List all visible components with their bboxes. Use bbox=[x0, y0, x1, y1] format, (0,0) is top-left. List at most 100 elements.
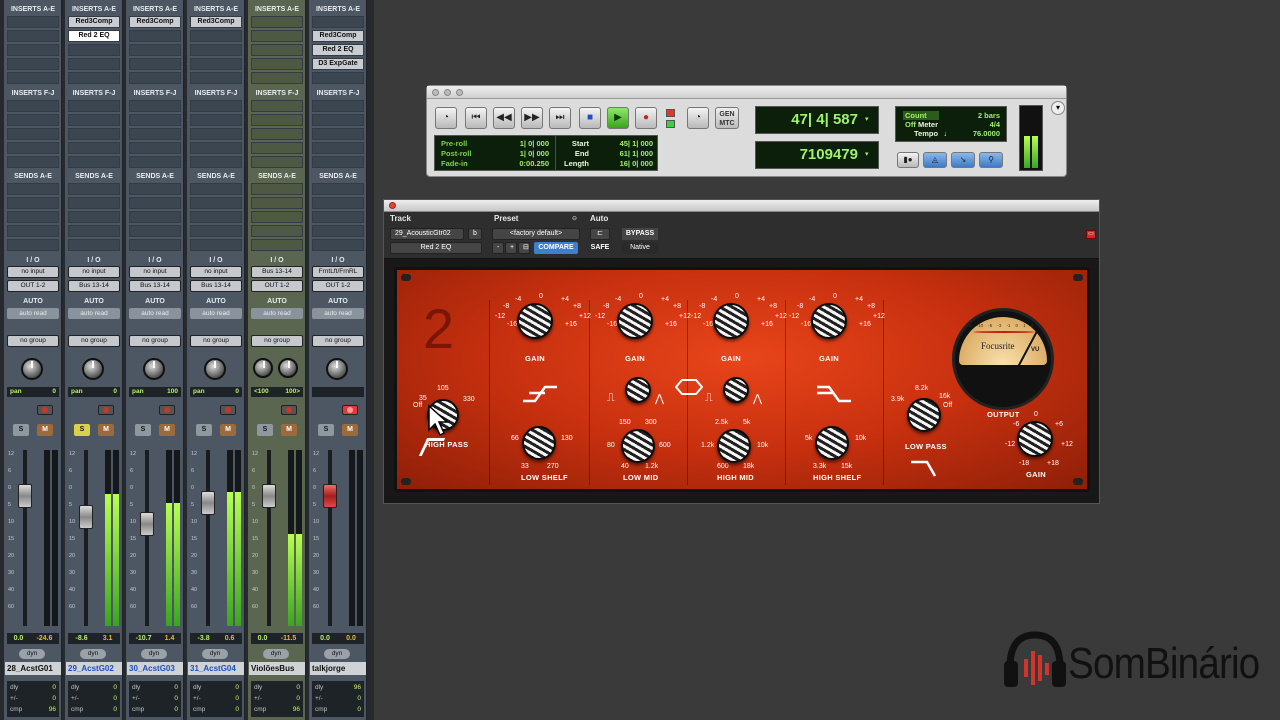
automation-mode-selector[interactable]: auto read bbox=[129, 308, 181, 319]
dyn-button[interactable]: dyn bbox=[141, 649, 167, 659]
dyn-button[interactable]: dyn bbox=[263, 649, 289, 659]
send-slot[interactable] bbox=[190, 197, 242, 209]
insert-slot[interactable] bbox=[190, 114, 242, 126]
insert-slot[interactable] bbox=[129, 142, 181, 154]
fadein-label[interactable]: Fade-in bbox=[441, 159, 471, 169]
send-slot[interactable] bbox=[68, 183, 120, 195]
online-button[interactable]: ◔ bbox=[435, 107, 457, 129]
volume-fader[interactable] bbox=[323, 484, 337, 508]
pan-knob[interactable] bbox=[82, 358, 104, 380]
insert-slot[interactable] bbox=[251, 114, 303, 126]
insert-slot[interactable] bbox=[251, 72, 303, 84]
automation-mode-selector[interactable]: auto read bbox=[68, 308, 120, 319]
group-selector[interactable]: no group bbox=[129, 335, 181, 347]
record-enable-button[interactable] bbox=[37, 405, 53, 415]
insert-slot[interactable] bbox=[68, 114, 120, 126]
meter-value[interactable]: 4/4 bbox=[990, 120, 1000, 129]
band-gain-knob[interactable] bbox=[517, 303, 553, 339]
input-selector[interactable]: FrntLft/FrnRL bbox=[312, 266, 364, 278]
solo-button[interactable]: S bbox=[318, 424, 334, 436]
preset-menu-icon[interactable]: ⊖ bbox=[572, 215, 577, 222]
track-name[interactable]: ViolõesBus bbox=[249, 662, 305, 675]
insert-slot[interactable] bbox=[68, 128, 120, 140]
volume-fader[interactable] bbox=[18, 484, 32, 508]
insert-slot[interactable] bbox=[7, 72, 59, 84]
insert-slot[interactable] bbox=[7, 16, 59, 28]
record-button[interactable]: ● bbox=[635, 107, 657, 129]
low-pass-knob[interactable] bbox=[907, 398, 941, 432]
zoom-dot[interactable] bbox=[456, 89, 463, 96]
insert-slot[interactable] bbox=[7, 100, 59, 112]
automation-mode-selector[interactable]: auto read bbox=[190, 308, 242, 319]
send-slot[interactable] bbox=[251, 211, 303, 223]
send-slot[interactable] bbox=[190, 239, 242, 251]
group-selector[interactable]: no group bbox=[68, 335, 120, 347]
record-enable-button[interactable] bbox=[98, 405, 114, 415]
insert-slot[interactable] bbox=[190, 72, 242, 84]
gen-mtc-button[interactable]: GEN MTC bbox=[715, 107, 739, 129]
insert-slot[interactable] bbox=[7, 58, 59, 70]
solo-button[interactable]: S bbox=[74, 424, 90, 436]
conductor-button[interactable]: ↘ bbox=[951, 152, 975, 168]
stop-button[interactable]: ■ bbox=[579, 107, 601, 129]
countoff-value[interactable]: 2 bars bbox=[978, 111, 1000, 120]
insert-slot[interactable] bbox=[190, 44, 242, 56]
mute-button[interactable]: M bbox=[281, 424, 297, 436]
send-slot[interactable] bbox=[7, 183, 59, 195]
send-slot[interactable] bbox=[7, 239, 59, 251]
pan-knob[interactable] bbox=[204, 358, 226, 380]
volume-display[interactable]: -10.7 1.4 bbox=[129, 633, 181, 644]
end-value[interactable]: 61| 1| 000 bbox=[595, 149, 653, 159]
pan-left-knob[interactable] bbox=[253, 358, 273, 378]
insert-slot[interactable] bbox=[129, 128, 181, 140]
preset-prev-button[interactable]: - bbox=[492, 242, 504, 254]
volume-fader[interactable] bbox=[262, 484, 276, 508]
low-mid-freq-knob[interactable] bbox=[621, 429, 655, 463]
fast-forward-button[interactable]: ▶▶ bbox=[521, 107, 543, 129]
insert-slot[interactable] bbox=[68, 58, 120, 70]
countoff-button[interactable]: Count Off bbox=[903, 111, 939, 129]
clip-indicator-icon[interactable]: ▭ bbox=[1086, 230, 1096, 239]
send-slot[interactable] bbox=[312, 183, 364, 195]
output-selector[interactable]: OUT 1-2 bbox=[251, 280, 303, 292]
insert-slot[interactable]: Red 2 EQ bbox=[312, 44, 364, 56]
insert-slot[interactable] bbox=[190, 58, 242, 70]
insert-slot[interactable]: Red3Comp bbox=[190, 16, 242, 28]
insert-slot[interactable] bbox=[312, 114, 364, 126]
group-selector[interactable]: no group bbox=[251, 335, 303, 347]
send-slot[interactable] bbox=[251, 197, 303, 209]
mute-button[interactable]: M bbox=[37, 424, 53, 436]
send-slot[interactable] bbox=[68, 225, 120, 237]
pan-knob[interactable] bbox=[326, 358, 348, 380]
solo-button[interactable]: S bbox=[135, 424, 151, 436]
mute-button[interactable]: M bbox=[98, 424, 114, 436]
insert-slot[interactable] bbox=[312, 156, 364, 168]
high-mid-q-knob[interactable] bbox=[723, 377, 749, 403]
input-selector[interactable]: Bus 13-14 bbox=[251, 266, 303, 278]
insert-slot[interactable] bbox=[190, 128, 242, 140]
insert-slot[interactable]: Red3Comp bbox=[312, 30, 364, 42]
dyn-button[interactable]: dyn bbox=[80, 649, 106, 659]
insert-slot[interactable] bbox=[312, 142, 364, 154]
pan-display[interactable] bbox=[312, 387, 364, 397]
volume-display[interactable]: 0.0 -24.6 bbox=[7, 633, 59, 644]
input-selector[interactable]: no input bbox=[190, 266, 242, 278]
solo-button[interactable]: S bbox=[13, 424, 29, 436]
track-name[interactable]: 29_AcstG02 bbox=[66, 662, 122, 675]
band-gain-knob[interactable] bbox=[617, 303, 653, 339]
insert-slot[interactable] bbox=[312, 16, 364, 28]
insert-slot[interactable] bbox=[129, 114, 181, 126]
output-selector[interactable]: OUT 1-2 bbox=[312, 280, 364, 292]
insert-slot[interactable] bbox=[7, 156, 59, 168]
insert-slot[interactable] bbox=[251, 142, 303, 154]
high-mid-freq-knob[interactable] bbox=[717, 429, 751, 463]
low-mid-q-knob[interactable] bbox=[625, 377, 651, 403]
record-enable-button[interactable] bbox=[159, 405, 175, 415]
insert-slot[interactable] bbox=[251, 30, 303, 42]
record-enable-button[interactable] bbox=[281, 405, 297, 415]
volume-display[interactable]: -8.6 3.1 bbox=[68, 633, 120, 644]
track-name[interactable]: 31_AcstG04 bbox=[188, 662, 244, 675]
insert-slot[interactable] bbox=[7, 44, 59, 56]
send-slot[interactable] bbox=[251, 239, 303, 251]
send-slot[interactable] bbox=[251, 225, 303, 237]
